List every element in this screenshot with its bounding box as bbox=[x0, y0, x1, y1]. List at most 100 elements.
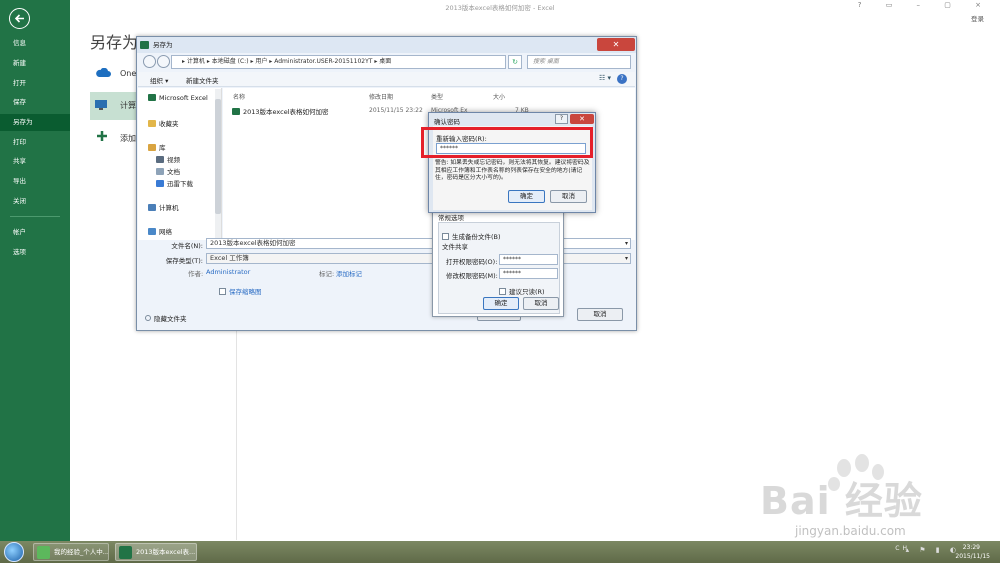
help-icon[interactable]: ? bbox=[617, 74, 627, 84]
column-header-name[interactable]: 名称 bbox=[233, 92, 245, 101]
checkbox-box bbox=[499, 288, 506, 295]
place-onedrive[interactable]: One bbox=[90, 62, 140, 88]
tags-value[interactable]: 添加标记 bbox=[336, 268, 362, 278]
task-label: 我的经验_个人中... bbox=[54, 548, 109, 556]
column-header-size[interactable]: 大小 bbox=[493, 92, 505, 101]
nav-item-documents[interactable]: 文档 bbox=[156, 166, 180, 176]
dialog-toolbar: 组织 ▾ 新建文件夹 ☷ ▾ ? bbox=[138, 72, 635, 87]
watermark-brand: Bai 经验 bbox=[760, 479, 923, 523]
new-folder-button[interactable]: 新建文件夹 bbox=[186, 75, 219, 85]
sidebar-item-print[interactable]: 打印 bbox=[0, 134, 70, 151]
download-icon bbox=[156, 180, 164, 187]
file-name: 2013版本excel表格如何加密 bbox=[243, 108, 329, 116]
document-icon bbox=[156, 168, 164, 175]
backstage-sidebar: 信息 新建 打开 保存 另存为 打印 共享 导出 关闭 帐户 选项 bbox=[0, 0, 70, 541]
nav-item-libraries[interactable]: 库 bbox=[148, 142, 166, 152]
sidebar-item-open[interactable]: 打开 bbox=[0, 75, 70, 92]
network-icon bbox=[148, 228, 156, 235]
refresh-icon[interactable]: ↻ bbox=[508, 55, 522, 69]
filetype-select[interactable]: Excel 工作簿 ▾ bbox=[206, 253, 631, 264]
sidebar-item-options[interactable]: 选项 bbox=[0, 244, 70, 261]
nav-label: 文档 bbox=[167, 168, 180, 176]
checkbox-box bbox=[219, 288, 226, 295]
thumbnail-checkbox[interactable]: 保存缩略图 bbox=[219, 286, 262, 296]
page-title: 另存为 bbox=[90, 33, 139, 52]
chevron-down-icon[interactable]: ▾ bbox=[625, 254, 628, 263]
back-nav-icon[interactable] bbox=[143, 55, 156, 68]
window-title: 2013版本excel表格如何加密 - Excel bbox=[445, 4, 555, 12]
close-icon[interactable]: ✕ bbox=[597, 38, 635, 51]
place-computer-label: 计算 bbox=[120, 101, 136, 110]
place-add[interactable]: 添加 bbox=[90, 126, 140, 152]
author-value[interactable]: Administrator bbox=[206, 268, 250, 276]
cancel-button[interactable]: 取消 bbox=[577, 308, 623, 321]
sidebar-item-save-as[interactable]: 另存为 bbox=[0, 114, 70, 131]
filename-input[interactable]: 2013版本excel表格如何加密 ▾ bbox=[206, 238, 631, 249]
clock-date[interactable]: 2015/11/15 bbox=[955, 553, 990, 560]
close-icon[interactable]: ✕ bbox=[570, 114, 594, 124]
sidebar-item-close[interactable]: 关闭 bbox=[0, 193, 70, 210]
file-date: 2015/11/15 23:22 bbox=[369, 107, 423, 114]
nav-item-downloads[interactable]: 迅雷下载 bbox=[156, 178, 193, 188]
video-icon bbox=[156, 156, 164, 163]
sidebar-item-account[interactable]: 帐户 bbox=[0, 224, 70, 241]
nav-label: 网络 bbox=[159, 228, 172, 236]
taskbar-item-excel[interactable]: 2013版本excel表... bbox=[115, 543, 197, 561]
filename-label: 文件名(N): bbox=[171, 242, 203, 250]
computer-icon bbox=[148, 204, 156, 211]
place-onedrive-label: One bbox=[120, 69, 137, 78]
login-link[interactable]: 登录 bbox=[971, 13, 984, 23]
column-header-date[interactable]: 修改日期 bbox=[369, 92, 393, 101]
address-bar[interactable]: ▸ 计算机 ▸ 本地磁盘 (C:) ▸ 用户 ▸ Administrator.U… bbox=[171, 55, 506, 69]
taskbar-item-browser[interactable]: 我的经验_个人中... bbox=[33, 543, 109, 561]
star-icon bbox=[148, 120, 156, 127]
sidebar-item-info[interactable]: 信息 bbox=[0, 35, 70, 52]
nav-label: 视频 bbox=[167, 156, 180, 164]
nav-item-videos[interactable]: 视频 bbox=[156, 154, 180, 164]
modify-password-input[interactable]: ****** bbox=[499, 268, 558, 279]
general-options-body: 生成备份文件(B) 文件共享 打开权限密码(O): ****** 修改权限密码(… bbox=[438, 222, 560, 314]
excel-backstage-screen: 信息 新建 打开 保存 另存为 打印 共享 导出 关闭 帐户 选项 2013版本… bbox=[0, 0, 1000, 563]
password-warning: 警告: 如果丢失或忘记密码，则无法将其恢复。建议将密码及其相应工作簿和工作表名称… bbox=[435, 160, 590, 181]
help-icon[interactable]: ? bbox=[555, 114, 568, 124]
search-input[interactable]: 搜索 桌面 bbox=[527, 55, 631, 69]
cancel-button[interactable]: 取消 bbox=[523, 297, 559, 310]
nav-label: 库 bbox=[159, 144, 166, 152]
cancel-button[interactable]: 取消 bbox=[550, 190, 587, 203]
sidebar-item-new[interactable]: 新建 bbox=[0, 55, 70, 72]
excel-file-icon bbox=[232, 108, 240, 115]
nav-item-excel[interactable]: Microsoft Excel bbox=[148, 94, 208, 102]
ok-button[interactable]: 确定 bbox=[508, 190, 545, 203]
save-as-title-text: 另存为 bbox=[153, 41, 173, 49]
nav-item-computer[interactable]: 计算机 bbox=[148, 202, 179, 212]
computer-icon bbox=[95, 100, 107, 110]
chevron-down-icon[interactable]: ▾ bbox=[625, 239, 628, 248]
task-label: 2013版本excel表... bbox=[136, 548, 196, 556]
sidebar-item-share[interactable]: 共享 bbox=[0, 153, 70, 170]
column-header-type[interactable]: 类型 bbox=[431, 92, 443, 101]
start-button-icon[interactable] bbox=[4, 542, 24, 562]
sidebar-item-save[interactable]: 保存 bbox=[0, 94, 70, 111]
forward-nav-icon[interactable] bbox=[157, 55, 170, 68]
readonly-checkbox[interactable]: 建议只读(R) bbox=[499, 286, 545, 296]
open-password-input[interactable]: ****** bbox=[499, 254, 558, 265]
nav-label: 收藏夹 bbox=[159, 120, 179, 128]
place-computer[interactable]: 计算 bbox=[90, 92, 136, 120]
hide-folders-toggle[interactable]: 隐藏文件夹 bbox=[145, 313, 187, 323]
backup-checkbox[interactable]: 生成备份文件(B) bbox=[442, 231, 501, 241]
filetype-value: Excel 工作簿 bbox=[210, 254, 249, 262]
nav-item-favorites[interactable]: 收藏夹 bbox=[148, 118, 179, 128]
open-password-label: 打开权限密码(O): bbox=[446, 258, 498, 266]
ok-button[interactable]: 确定 bbox=[483, 297, 519, 310]
sidebar-divider bbox=[10, 216, 60, 217]
nav-scrollbar-thumb[interactable] bbox=[215, 99, 221, 214]
sidebar-item-export[interactable]: 导出 bbox=[0, 173, 70, 190]
sharing-heading: 文件共享 bbox=[442, 243, 468, 251]
view-options-icon[interactable]: ☷ ▾ bbox=[599, 74, 611, 82]
confirm-password-title: 确认密码 bbox=[434, 118, 460, 126]
organize-button[interactable]: 组织 ▾ bbox=[150, 75, 168, 85]
file-row[interactable]: 2013版本excel表格如何加密 bbox=[232, 106, 329, 116]
window-controls[interactable]: ? ▭ – ▢ × bbox=[858, 1, 992, 9]
nav-item-network[interactable]: 网络 bbox=[148, 226, 172, 236]
back-arrow-icon[interactable] bbox=[9, 8, 30, 29]
